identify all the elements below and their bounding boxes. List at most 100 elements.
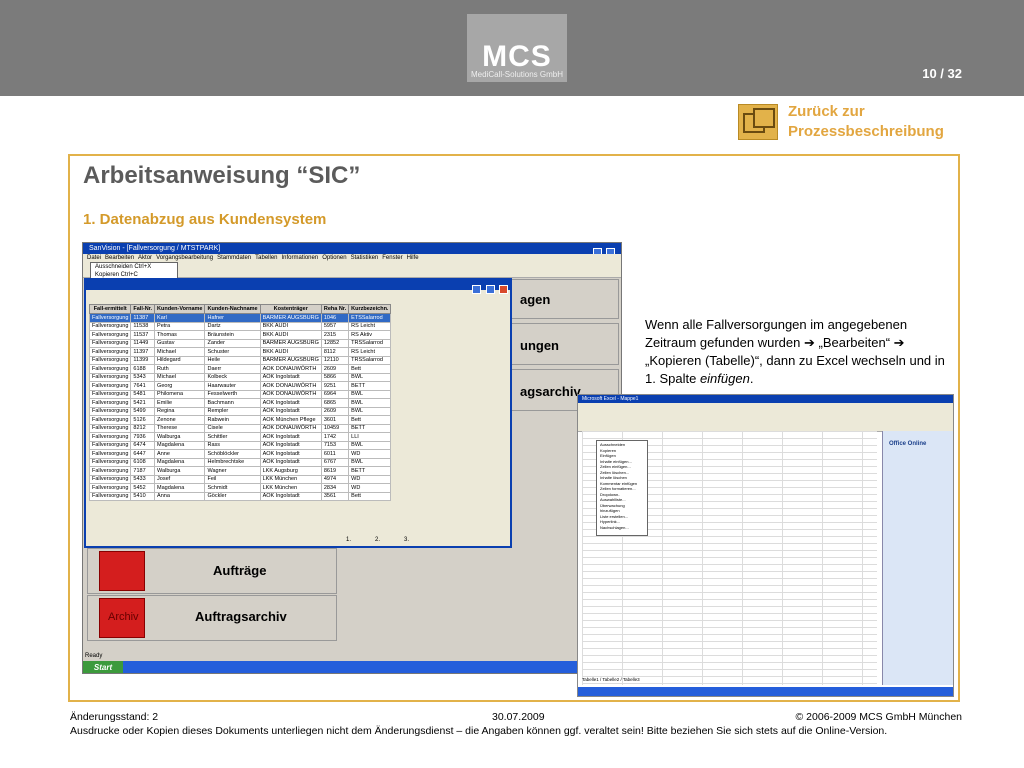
back-to-process-button[interactable]: Zurück zur Prozessbeschreibung <box>736 102 964 144</box>
table-cell: BARMER AUGSBURG <box>259 313 322 323</box>
sheet-tabs: Tabelle1 / Tabelle2 / Tabelle3 <box>582 677 640 682</box>
table-cell: Fallversorgung <box>88 457 132 467</box>
table-cell: Fallversorgung <box>88 483 132 493</box>
table-cell: Rabwein <box>204 415 261 425</box>
table-row: Fallversorgung 11449 Gustav Zander BARMER AU… <box>88 338 392 348</box>
table-cell: 5481 <box>130 389 156 399</box>
menu-item: Aktor <box>138 255 153 261</box>
table-cell: AOK Ingolstadt <box>259 491 322 501</box>
table-cell: 11538 <box>130 321 156 331</box>
table-cell: 5343 <box>130 372 156 382</box>
table-cell: LKK München <box>259 483 322 493</box>
table-cell: BWL <box>348 398 392 408</box>
table-row: Fallversorgung 5452 Magdalena Schmidt LKK Mü… <box>88 483 392 493</box>
table-cell: Magdalena <box>154 457 206 467</box>
table-cell: Fallversorgung <box>88 398 132 408</box>
excel-context-menu: Ausschneiden Kopieren Einfügen Inhalte einf… <box>596 440 648 536</box>
table-cell: 11449 <box>130 338 156 348</box>
table-cell: Fesselwerth <box>204 389 261 399</box>
menu-item: Optionen <box>322 255 347 261</box>
fall-table: Fall-ermittelt Fall-Nr. Kunden-Vorname Kund… <box>88 304 392 501</box>
table-cell: Fallversorgung <box>88 381 132 391</box>
pager-item: 2. <box>375 537 381 543</box>
start-button: Start <box>83 661 123 673</box>
table-cell: 2609 <box>320 364 350 374</box>
table-cell: Feil <box>204 474 261 484</box>
logo-text: MCS <box>482 40 552 73</box>
table-cell: Rempler <box>204 406 261 416</box>
table-cell: 6188 <box>130 364 156 374</box>
auftraege-label: Aufträge <box>213 563 267 578</box>
table-cell: 11537 <box>130 330 156 340</box>
table-cell: Fallversorgung <box>88 347 132 357</box>
panel-button-2: ungen <box>509 323 619 365</box>
table-header: Reha Nr. <box>320 304 350 314</box>
table-row: Fallversorgung 7936 Walburga Schittler AOK I… <box>88 432 392 442</box>
table-cell: Therese <box>154 423 206 433</box>
table-cell: 2834 <box>320 483 350 493</box>
menu-item: Statistiken <box>350 255 379 261</box>
table-row: Fallversorgung 5433 Josef Feil LKK München 49… <box>88 474 392 484</box>
table-cell: Walburga <box>154 466 206 476</box>
table-cell: 5499 <box>130 406 156 416</box>
table-cell: Heile <box>204 355 261 365</box>
table-cell: 6011 <box>320 449 350 459</box>
table-cell: Fallversorgung <box>88 355 132 365</box>
table-cell: LKK Augsburg <box>259 466 322 476</box>
table-cell: 8112 <box>320 347 350 357</box>
table-row: Fallversorgung 5481 Philomena Fesselwerth AO… <box>88 389 392 399</box>
table-cell: AOK Ingolstadt <box>259 457 322 467</box>
table-row: Fallversorgung 7187 Walburga Wagner LKK Augs… <box>88 466 392 476</box>
status-bar: Ready <box>85 653 103 659</box>
menu-item: Vorgangsbearbeitung <box>156 255 214 261</box>
table-row: Fallversorgung 11538 Petra Dartz BKK AUDI 595… <box>88 321 392 331</box>
table-row: Fallversorgung 11399 Hildegard Heile BARMER … <box>88 355 392 365</box>
pager-item: 3. <box>404 537 410 543</box>
table-row: Fallversorgung 11397 Michael Schuster BKK AU… <box>88 347 392 357</box>
table-cell: WD <box>348 474 392 484</box>
table-cell: Fallversorgung <box>88 338 132 348</box>
table-cell: Zenone <box>154 415 206 425</box>
instruction-note: Wenn alle Fallversorgungen im angegebene… <box>645 317 945 386</box>
context-menu-item: Nachschlagen... <box>600 524 629 530</box>
table-cell: Schöblöckler <box>204 449 261 459</box>
panel-button-1: agen <box>509 279 619 319</box>
table-cell: Emilie <box>154 398 206 408</box>
table-cell: Schmidt <box>204 483 261 493</box>
table-cell: 3561 <box>320 491 350 501</box>
excel-title-bar: Microsoft Excel - Mappe1 <box>578 395 953 403</box>
table-cell: TRSSalarrod <box>348 355 392 365</box>
table-cell: 1046 <box>320 313 350 323</box>
table-cell: BWL <box>348 372 392 382</box>
menu-item: Fenster <box>382 255 403 261</box>
table-row: Fallversorgung 6474 Magdalena Rass AOK Ingol… <box>88 440 392 450</box>
table-header: Kunden-Nachname <box>204 304 261 314</box>
table-cell: Fallversorgung <box>88 321 132 331</box>
table-cell: 5421 <box>130 398 156 408</box>
table-cell: 7641 <box>130 381 156 391</box>
footer-copyright: © 2006-2009 MCS GmbH München <box>795 711 962 723</box>
table-cell: AOK München Pflege <box>259 415 322 425</box>
app-title-bar: SanVision - [Fallversorgung / MTSTPARK] <box>83 243 621 254</box>
table-cell: WD <box>348 483 392 493</box>
context-menu-item: Überwachung hinzufügen <box>600 502 625 514</box>
table-cell: 7187 <box>130 466 156 476</box>
table-cell: Walburga <box>154 432 206 442</box>
table-cell: Fallversorgung <box>88 491 132 501</box>
table-cell: Fallversorgung <box>88 313 132 323</box>
table-cell: 12852 <box>320 338 350 348</box>
table-cell: 5433 <box>130 474 156 484</box>
page-number: 10 / 32 <box>922 66 962 81</box>
menu-item: Informationen <box>281 255 319 261</box>
back-button-line1: Zurück zur <box>788 103 865 120</box>
table-cell: 5410 <box>130 491 156 501</box>
table-cell: Haarwauter <box>204 381 261 391</box>
table-cell: Magdalena <box>154 440 206 450</box>
table-cell: BARMER AUGSBURG <box>259 338 322 348</box>
table-cell: Georg <box>154 381 206 391</box>
table-cell: Daerr <box>204 364 261 374</box>
table-row: Fallversorgung 11387 Karl Hafner BARMER AUGS… <box>88 313 392 323</box>
table-cell: AOK Ingolstadt <box>259 406 322 416</box>
table-header: Kostenträger <box>259 304 322 314</box>
table-cell: Petra <box>154 321 206 331</box>
